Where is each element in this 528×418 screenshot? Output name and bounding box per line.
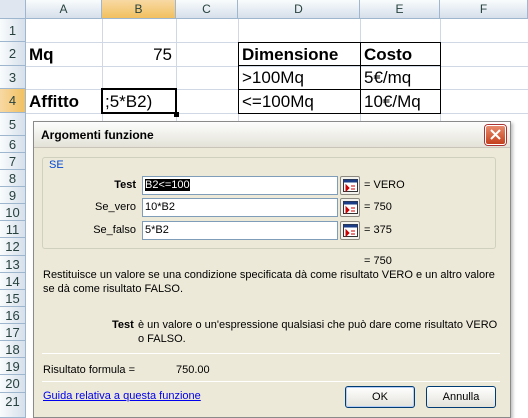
- formula-result-label: Risultato formula =: [43, 364, 136, 376]
- dialog-titlebar[interactable]: Argomenti funzione: [34, 122, 510, 148]
- row-header-12[interactable]: 12: [0, 238, 26, 256]
- row-header-17[interactable]: 17: [0, 324, 26, 341]
- se-vero-input[interactable]: 10*B2: [142, 198, 338, 217]
- ok-button[interactable]: OK: [345, 386, 415, 408]
- arg-help-text: è un valore o un'espressione qualsiasi c…: [138, 319, 498, 345]
- cell-d2[interactable]: Dimensione: [242, 45, 338, 65]
- function-result: = 750: [364, 255, 392, 267]
- row-header-8[interactable]: 8: [0, 170, 26, 187]
- se-falso-collapse-button[interactable]: [340, 221, 360, 240]
- cell-e4[interactable]: 10€/Mq: [364, 92, 421, 112]
- separator: [42, 353, 500, 354]
- row-header-4[interactable]: 4: [0, 89, 26, 113]
- row-header-2[interactable]: 2: [0, 42, 26, 66]
- row-header-10[interactable]: 10: [0, 204, 26, 221]
- close-icon: [490, 129, 501, 140]
- row-header-14[interactable]: 14: [0, 273, 26, 290]
- active-cell-b4[interactable]: ;5*B2): [101, 88, 177, 114]
- se-vero-input-value: 10*B2: [145, 201, 175, 213]
- row-header-5[interactable]: 5: [0, 113, 26, 136]
- row-header-3[interactable]: 3: [0, 66, 26, 89]
- function-description: Restituisce un valore se una condizione …: [43, 269, 495, 295]
- cell-d4[interactable]: <=100Mq: [242, 92, 314, 112]
- arg-label-se-vero: Se_vero: [95, 201, 136, 213]
- cell-b4-edit-text: ;5*B2): [105, 92, 153, 111]
- column-header-f[interactable]: F: [440, 0, 528, 19]
- cell-e3[interactable]: 5€/mq: [364, 68, 411, 88]
- cell-a4[interactable]: Affitto: [29, 92, 79, 112]
- separator: [42, 381, 500, 382]
- row-header-19[interactable]: 19: [0, 358, 26, 375]
- collapse-dialog-icon: [343, 224, 358, 237]
- test-input[interactable]: B2<=100: [142, 176, 338, 195]
- row-header-21[interactable]: 21: [0, 393, 26, 418]
- cell-b2[interactable]: 75: [104, 45, 172, 65]
- function-arguments-dialog: Argomenti funzione SE Test B2<=100 = VER…: [33, 121, 511, 418]
- arg-label-test: Test: [114, 179, 136, 191]
- cancel-button[interactable]: Annulla: [426, 386, 496, 408]
- row-header-6[interactable]: 6: [0, 136, 26, 153]
- table-line: [238, 65, 441, 66]
- se-vero-collapse-button[interactable]: [340, 198, 360, 217]
- select-all-corner[interactable]: [0, 0, 26, 19]
- cell-a2[interactable]: Mq: [29, 45, 54, 65]
- se-falso-input[interactable]: 5*B2: [142, 221, 338, 240]
- test-collapse-button[interactable]: [340, 176, 360, 195]
- row-header-9[interactable]: 9: [0, 187, 26, 204]
- cell-d3[interactable]: >100Mq: [242, 68, 304, 88]
- row-header-20[interactable]: 20: [0, 375, 26, 393]
- se-vero-result: = 750: [364, 201, 392, 213]
- se-falso-result: = 375: [364, 224, 392, 236]
- column-header-d[interactable]: D: [238, 0, 360, 19]
- arg-label-se-falso: Se_falso: [93, 224, 136, 236]
- column-header-a[interactable]: A: [26, 0, 102, 19]
- table-line: [238, 89, 441, 90]
- se-falso-input-value: 5*B2: [145, 224, 169, 236]
- function-name-label: SE: [47, 159, 66, 171]
- fill-handle[interactable]: [174, 112, 179, 117]
- table-line: [360, 42, 361, 114]
- arg-help-name: Test: [112, 319, 134, 331]
- collapse-dialog-icon: [343, 201, 358, 214]
- formula-result-value: 750.00: [176, 364, 210, 376]
- collapse-dialog-icon: [343, 179, 358, 192]
- dialog-title: Argomenti funzione: [41, 128, 154, 142]
- row-header-7[interactable]: 7: [0, 153, 26, 170]
- row-header-11[interactable]: 11: [0, 221, 26, 238]
- row-header-15[interactable]: 15: [0, 290, 26, 307]
- row-header-13[interactable]: 13: [0, 256, 26, 273]
- column-header-b[interactable]: B: [102, 0, 176, 19]
- row-header-18[interactable]: 18: [0, 341, 26, 358]
- close-button[interactable]: [485, 125, 506, 145]
- row-header-16[interactable]: 16: [0, 307, 26, 324]
- column-header-c[interactable]: C: [176, 0, 238, 19]
- test-result: = VERO: [364, 179, 405, 191]
- test-input-value: B2<=100: [145, 179, 190, 191]
- cell-e2[interactable]: Costo: [364, 45, 412, 65]
- column-header-e[interactable]: E: [360, 0, 440, 19]
- row-header-1[interactable]: 1: [0, 19, 26, 42]
- help-link[interactable]: Guida relativa a questa funzione: [43, 390, 201, 402]
